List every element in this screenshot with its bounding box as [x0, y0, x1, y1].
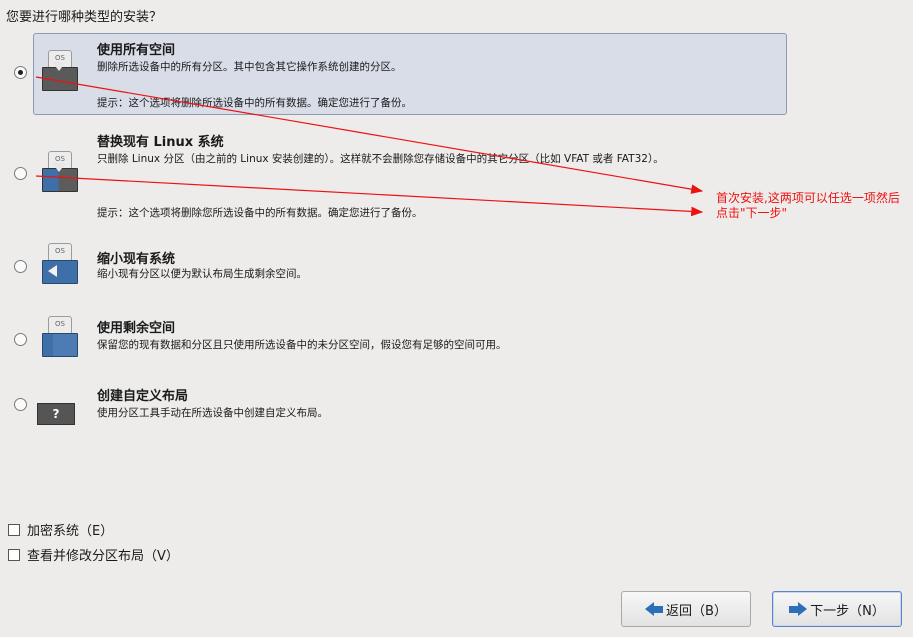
option-title: 缩小现有系统	[97, 252, 176, 267]
back-arrow-shaft	[654, 605, 664, 613]
option-title: 使用所有空间	[97, 43, 176, 58]
option-desc: 保留您的现有数据和分区且只使用所选设备中的未分区空间，假设您有足够的空间可用。	[97, 339, 507, 351]
radio-custom-layout[interactable]	[14, 398, 27, 411]
back-arrow-icon	[645, 602, 655, 616]
option-hint: 提示：这个选项将删除所选设备中的所有数据。确定您进行了备份。	[97, 97, 412, 109]
checkbox-label: 查看并修改分区布局（V）	[27, 549, 179, 564]
next-arrow-shaft	[789, 605, 799, 613]
disk-replace-icon: OS	[36, 151, 80, 195]
back-button[interactable]: 返回（B）	[621, 591, 751, 627]
disk-free-space-icon: OS	[36, 316, 80, 360]
checkbox-box[interactable]	[8, 523, 20, 536]
option-title: 使用剩余空间	[97, 321, 176, 336]
next-arrow-icon	[798, 602, 808, 616]
checkbox-box[interactable]	[8, 548, 20, 561]
option-hint: 提示：这个选项将删除您所选设备中的所有数据。确定您进行了备份。	[97, 207, 423, 219]
radio-use-free-space[interactable]	[14, 333, 27, 346]
disk-erase-icon: OS	[36, 50, 80, 94]
review-layout-checkbox[interactable]: 查看并修改分区布局（V）	[8, 545, 179, 564]
option-title: 替换现有 Linux 系统	[97, 135, 224, 150]
option-desc: 缩小现有分区以便为默认布局生成剩余空间。	[97, 268, 307, 280]
radio-replace-linux[interactable]	[14, 167, 27, 180]
option-desc: 只删除 Linux 分区（由之前的 Linux 安装创建的）。这样就不会删除您存…	[97, 153, 664, 165]
radio-shrink-system[interactable]	[14, 260, 27, 273]
custom-layout-icon: ?	[37, 403, 75, 425]
next-button[interactable]: 下一步（N）	[772, 591, 902, 627]
checkbox-label: 加密系统（E）	[27, 524, 114, 539]
option-title: 创建自定义布局	[97, 389, 189, 404]
back-button-label: 返回（B）	[666, 603, 727, 619]
option-desc: 使用分区工具手动在所选设备中创建自定义布局。	[97, 407, 328, 419]
disk-shrink-icon: OS	[36, 243, 80, 287]
option-desc: 删除所选设备中的所有分区。其中包含其它操作系统创建的分区。	[97, 61, 402, 73]
next-button-label: 下一步（N）	[810, 603, 885, 619]
annotation-note: 首次安装,这两项可以任选一项然后点击"下一步"	[716, 191, 900, 220]
install-type-heading: 您要进行哪种类型的安装？	[6, 10, 163, 25]
radio-use-all-space[interactable]	[14, 66, 27, 79]
encrypt-system-checkbox[interactable]: 加密系统（E）	[8, 520, 113, 539]
